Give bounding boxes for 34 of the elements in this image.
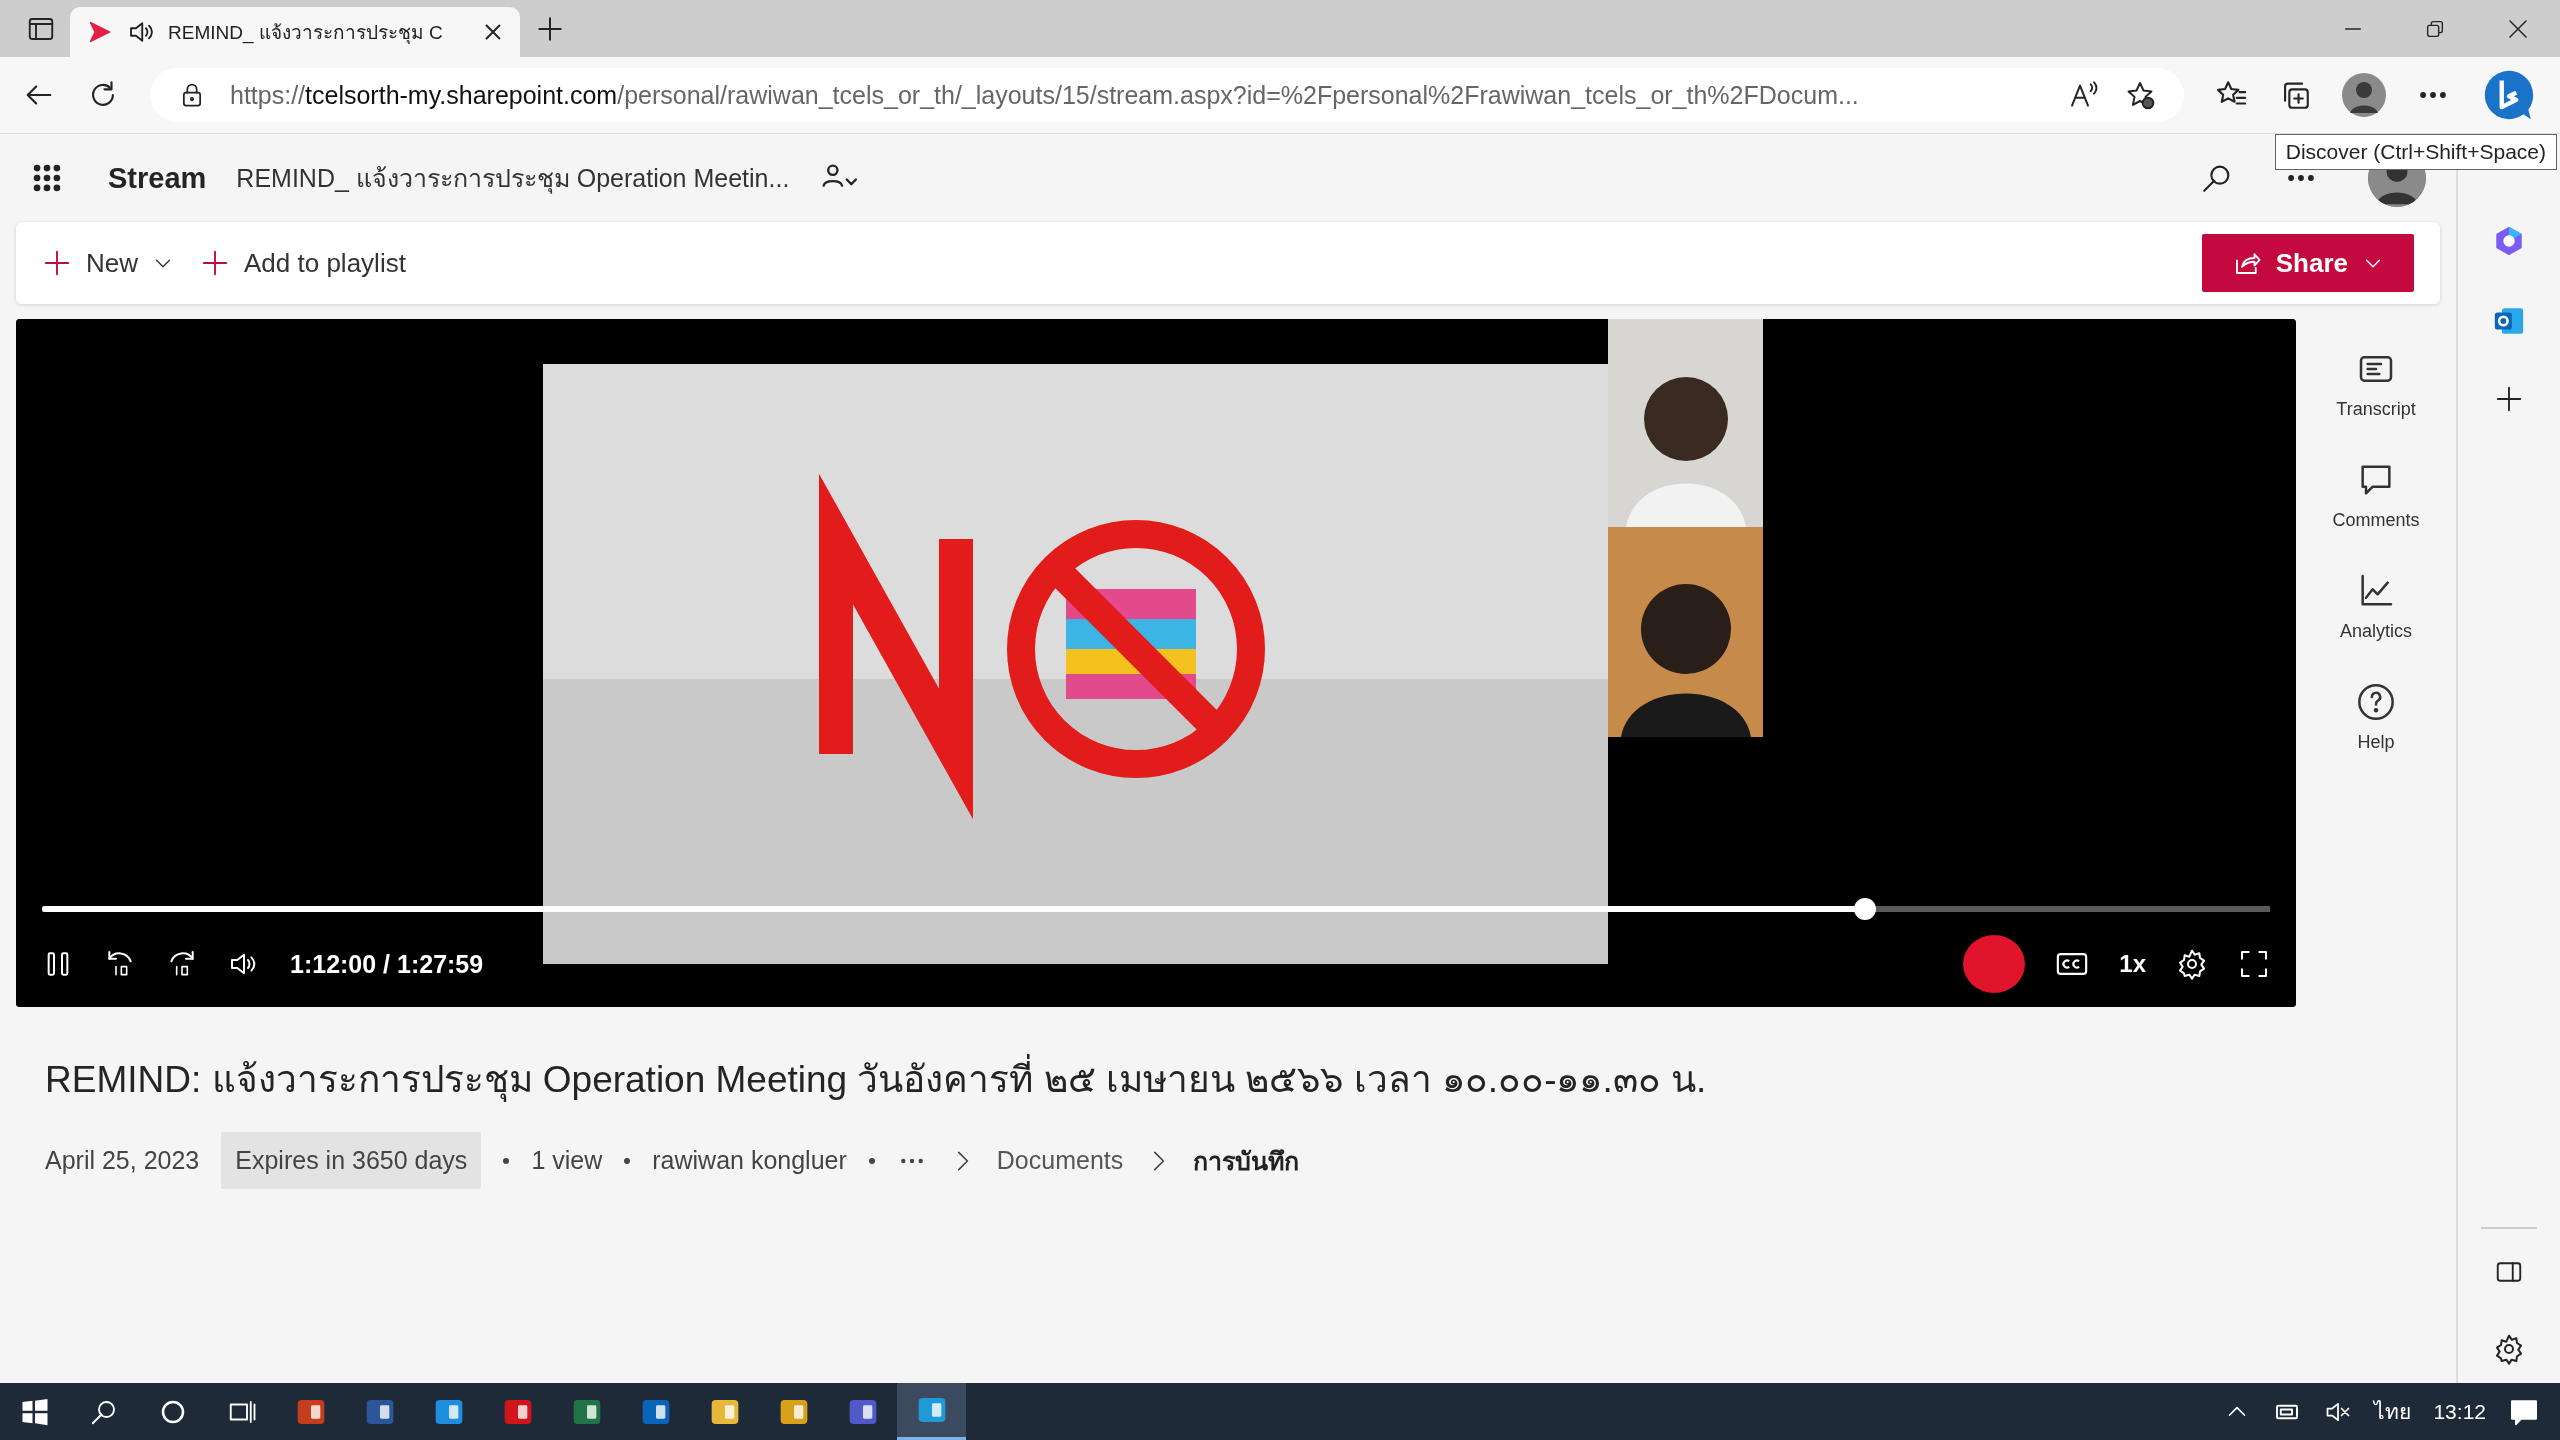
- upload-date: April 25, 2023: [45, 1146, 200, 1175]
- video-title: REMIND: แจ้งวาระการประชุม Operation Meeting วันอังคารที่ ๒๕ เมษายน ๒๕๖๖ เวลา ๑๐.๐๐-๑๑.๓๐ น.: [45, 1049, 2456, 1108]
- profile-avatar[interactable]: [2342, 73, 2386, 117]
- settings-icon[interactable]: [2493, 1333, 2525, 1365]
- fullscreen-icon[interactable]: [2238, 948, 2270, 980]
- view-count: 1 view: [531, 1146, 603, 1175]
- settings-icon[interactable]: [2176, 948, 2208, 980]
- add-favorite-icon[interactable]: [2124, 79, 2156, 111]
- app-name[interactable]: Stream: [108, 161, 207, 195]
- plus-icon: [200, 248, 230, 278]
- side-panel-tab[interactable]: Transcript: [2336, 349, 2416, 420]
- share-button[interactable]: Share: [2201, 234, 2414, 292]
- tooltip: Discover (Ctrl+Shift+Space): [2274, 134, 2557, 170]
- side-panel-tab[interactable]: Help: [2356, 682, 2396, 753]
- add-to-playlist-button[interactable]: Add to playlist: [200, 247, 406, 279]
- url-text: https://tcelsorth-my.sharepoint.com/personal/rawiwan_tcels_or_th/_layouts/15/stream.aspx?id=%2Fpersonal%2Frawiwan_tcels_or_th%2FDocum...: [230, 80, 1860, 110]
- input-language[interactable]: ไทย: [2374, 1395, 2412, 1428]
- video-player[interactable]: 1:12:00 / 1:27:59 1x: [16, 319, 2296, 1007]
- browser-tab[interactable]: REMIND_ แจ้งวาระการประชุม C: [70, 7, 520, 57]
- help-icon: [2356, 682, 2396, 722]
- breadcrumb-link[interactable]: Documents: [996, 1146, 1124, 1175]
- add-icon[interactable]: [2494, 384, 2524, 414]
- owner-name: rawiwan kongluer: [652, 1146, 847, 1175]
- clock[interactable]: 13:12: [2433, 1399, 2486, 1424]
- side-panel-tab[interactable]: Analytics: [2340, 571, 2412, 642]
- breadcrumb-link[interactable]: การบันทึก: [1193, 1140, 1300, 1181]
- expiry-tag: Expires in 3650 days: [221, 1132, 482, 1189]
- playback-time: 1:12:00 / 1:27:59: [290, 949, 484, 979]
- plus-icon: [42, 248, 72, 278]
- new-button[interactable]: New: [42, 247, 174, 279]
- speed-button[interactable]: 1x: [2119, 950, 2146, 978]
- side-panel-tab[interactable]: Comments: [2332, 460, 2420, 531]
- file-title: REMIND_ แจ้งวาระการประชุม Operation Meetin...: [236, 163, 790, 196]
- address-field[interactable]: https://tcelsorth-my.sharepoint.com/personal/rawiwan_tcels_or_th/_layouts/15/stream.aspx?id=%2Fpersonal%2Frawiwan_tcels_or_th%2FDocum...: [150, 68, 2184, 122]
